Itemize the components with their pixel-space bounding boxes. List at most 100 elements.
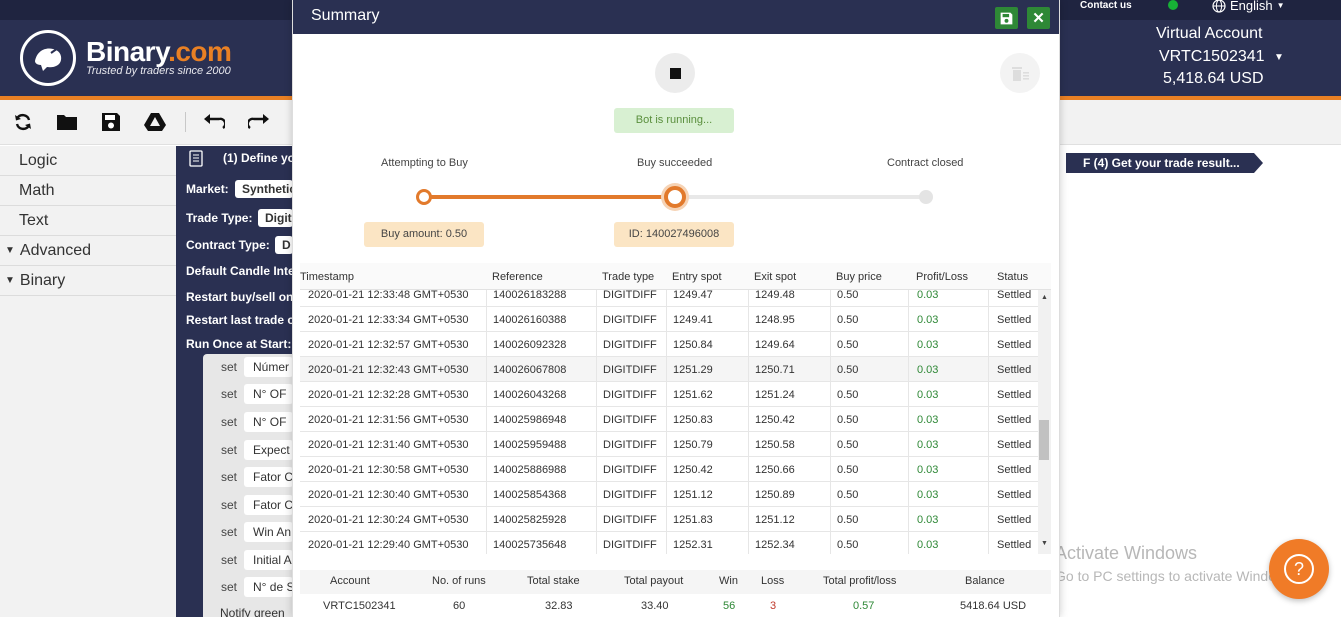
notify-block[interactable]: Notify green <box>220 606 285 617</box>
column-divider <box>666 332 667 357</box>
cell-exit-spot: 1250.58 <box>755 439 795 451</box>
google-drive-button[interactable] <box>143 110 167 134</box>
col-profit-loss: Profit/Loss <box>916 271 968 283</box>
set-variable-block[interactable]: set Win An <box>214 520 293 546</box>
totals-profit-loss: 0.57 <box>853 600 875 612</box>
brand-logo[interactable] <box>20 30 76 86</box>
table-row[interactable]: 2020-01-21 12:32:57 GMT+0530 140026092328… <box>300 332 1044 357</box>
column-divider <box>666 532 667 554</box>
globe-icon <box>1212 0 1226 13</box>
table-row[interactable]: 2020-01-21 12:32:43 GMT+0530 140026067808… <box>300 357 1044 382</box>
set-variable-block[interactable]: set N° OF <box>214 382 293 408</box>
cell-reference: 140026043268 <box>493 389 567 401</box>
sidebar-item-binary[interactable]: ▼ Binary <box>0 266 176 296</box>
variable-dropdown[interactable]: N° OF <box>244 384 293 404</box>
column-divider <box>988 482 989 507</box>
column-divider <box>988 432 989 457</box>
variable-dropdown[interactable]: Númer <box>244 357 293 377</box>
table-row[interactable]: 2020-01-21 12:30:40 GMT+0530 140025854368… <box>300 482 1044 507</box>
column-divider <box>666 290 667 307</box>
brand-name[interactable]: Binary.com <box>86 36 232 68</box>
table-row[interactable]: 2020-01-21 12:33:34 GMT+0530 140026160388… <box>300 307 1044 332</box>
language-label: English <box>1230 0 1273 13</box>
variable-dropdown[interactable]: Win An <box>244 522 293 542</box>
cell-exit-spot: 1250.89 <box>755 489 795 501</box>
sidebar-item-logic[interactable]: Logic <box>0 146 176 176</box>
variable-dropdown[interactable]: N° de S <box>244 577 293 597</box>
account-id[interactable]: VRTC1502341 <box>1159 48 1265 66</box>
trades-table-body[interactable]: 2020-01-21 12:33:48 GMT+0530 140026183288… <box>300 290 1044 554</box>
help-button[interactable]: ? <box>1269 539 1329 599</box>
set-keyword: set <box>221 443 238 457</box>
set-variable-block[interactable]: set N° OF <box>214 410 293 436</box>
table-row[interactable]: 2020-01-21 12:33:48 GMT+0530 140026183288… <box>300 290 1044 307</box>
trade-type-dropdown[interactable]: Digit <box>258 209 293 227</box>
table-row[interactable]: 2020-01-21 12:30:58 GMT+0530 140025886988… <box>300 457 1044 482</box>
sidebar-item-advanced[interactable]: ▼ Advanced <box>0 236 176 266</box>
variable-dropdown[interactable]: Fator C <box>244 495 293 515</box>
sidebar-item-text[interactable]: Text <box>0 206 176 236</box>
trades-scrollbar-thumb[interactable] <box>1039 420 1049 460</box>
set-variable-block[interactable]: set Fator C <box>214 465 293 491</box>
stop-bot-button[interactable] <box>655 53 695 93</box>
column-divider <box>486 332 487 357</box>
cell-exit-spot: 1248.95 <box>755 314 795 326</box>
close-button[interactable]: ✕ <box>1027 7 1050 29</box>
cell-buy-price: 0.50 <box>837 364 859 376</box>
set-variable-block[interactable]: set Númer <box>214 355 293 381</box>
market-dropdown[interactable]: Synthetic <box>235 180 293 198</box>
variable-dropdown[interactable]: Expect <box>244 440 293 460</box>
cell-reference: 140025735648 <box>493 539 567 551</box>
set-variable-block[interactable]: set Fator C <box>214 493 293 519</box>
cell-profit-loss: 0.03 <box>917 414 939 426</box>
sidebar-item-label: Binary <box>19 271 66 289</box>
table-row[interactable]: 2020-01-21 12:29:40 GMT+0530 140025735648… <box>300 532 1044 554</box>
column-divider <box>830 432 831 457</box>
cell-timestamp: 2020-01-21 12:33:34 GMT+0530 <box>308 314 469 326</box>
sidebar-item-math[interactable]: Math <box>0 176 176 206</box>
clear-stats-button[interactable] <box>1000 53 1040 93</box>
save-button[interactable] <box>99 110 123 134</box>
set-variable-block[interactable]: set Expect <box>214 438 293 464</box>
col-exit-spot: Exit spot <box>754 271 797 283</box>
contract-type-dropdown[interactable]: D <box>275 236 293 254</box>
cell-timestamp: 2020-01-21 12:33:48 GMT+0530 <box>308 290 469 301</box>
table-row[interactable]: 2020-01-21 12:31:40 GMT+0530 140025959488… <box>300 432 1044 457</box>
cell-trade-type: DIGITDIFF <box>603 290 657 301</box>
variable-dropdown[interactable]: Initial A <box>244 550 293 570</box>
trash-icon <box>1012 67 1029 81</box>
scroll-up-icon[interactable]: ▲ <box>1041 294 1048 301</box>
cell-entry-spot: 1250.84 <box>673 339 713 351</box>
cell-timestamp: 2020-01-21 12:32:57 GMT+0530 <box>308 339 469 351</box>
redo-button[interactable] <box>247 110 271 134</box>
open-button[interactable] <box>55 110 79 134</box>
step-buy-succeeded: Buy succeeded <box>637 157 713 169</box>
column-divider <box>486 457 487 482</box>
reload-button[interactable] <box>11 110 35 134</box>
cell-status: Settled <box>997 339 1032 351</box>
cell-profit-loss: 0.03 <box>917 389 939 401</box>
column-divider <box>908 357 909 382</box>
save-summary-button[interactable] <box>995 7 1018 29</box>
language-selector[interactable]: English ▼ <box>1212 0 1285 13</box>
table-row[interactable]: 2020-01-21 12:32:28 GMT+0530 140026043268… <box>300 382 1044 407</box>
undo-button[interactable] <box>202 110 226 134</box>
account-caret-icon[interactable]: ▼ <box>1274 52 1284 63</box>
column-divider <box>908 482 909 507</box>
set-variable-block[interactable]: set Initial A <box>214 548 293 574</box>
run-once-label: Run Once at Start: <box>186 337 292 351</box>
table-row[interactable]: 2020-01-21 12:31:56 GMT+0530 140025986948… <box>300 407 1044 432</box>
variable-dropdown[interactable]: Fator C <box>244 467 293 487</box>
account-type[interactable]: Virtual Account <box>1156 25 1262 43</box>
cell-status: Settled <box>997 290 1032 301</box>
set-variable-block[interactable]: set N° de S <box>214 575 293 601</box>
contract-id-tooltip: ID: 140027496008 <box>614 222 734 247</box>
dialog-title: Summary <box>311 7 380 24</box>
table-row[interactable]: 2020-01-21 12:30:24 GMT+0530 140025825928… <box>300 507 1044 532</box>
trade-result-block[interactable]: F (4) Get your trade result... <box>1066 153 1263 173</box>
column-divider <box>830 407 831 432</box>
contact-us-link[interactable]: Contact us <box>1080 0 1132 11</box>
scroll-down-icon[interactable]: ▼ <box>1041 540 1048 547</box>
column-divider <box>486 532 487 554</box>
variable-dropdown[interactable]: N° OF <box>244 412 293 432</box>
